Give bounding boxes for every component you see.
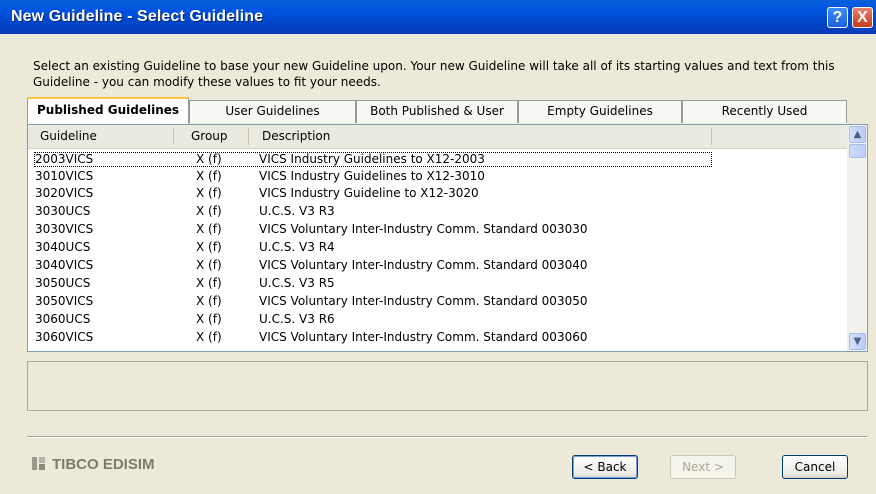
group-cell: X (f) [196,294,222,308]
column-header-group[interactable]: Group [191,129,228,143]
instructions-text: Select an existing Guideline to base you… [33,59,835,89]
help-icon: ? [832,9,843,26]
column-divider[interactable] [248,128,249,145]
table-row[interactable]: 3020VICS X (f) VICS Industry Guideline to … [28,185,847,202]
scroll-down-button[interactable]: ▼ [849,333,866,350]
description-cell: VICS Industry Guidelines to X12-2003 [259,152,485,166]
product-logo: TIBCO EDISIM [31,456,155,473]
guideline-cell: 3010VICS [35,169,94,183]
description-cell: VICS Voluntary Inter-Industry Comm. Stan… [259,222,588,236]
guideline-cell: 3030VICS [35,222,94,236]
close-button[interactable]: X [852,7,873,28]
table-row[interactable]: 3040VICS X (f) VICS Voluntary Inter-Indust… [28,257,847,274]
tab-user-guidelines[interactable]: User Guidelines [189,100,356,123]
close-icon: X [857,9,868,26]
description-cell: U.C.S. V3 R3 [259,204,335,218]
vertical-scrollbar[interactable]: ▲ ▼ [847,125,867,351]
table-row[interactable]: 2003VICS X (f) VICS Industry Guidelines to… [28,151,847,168]
table-row[interactable]: 3030VICS X (f) VICS Voluntary Inter-Indust… [28,221,847,238]
scroll-thumb[interactable] [849,144,866,158]
cancel-button[interactable]: Cancel [782,455,848,479]
help-button[interactable]: ? [827,7,848,28]
guideline-cell: 3030UCS [35,204,91,218]
column-divider[interactable] [173,128,174,145]
group-cell: X (f) [196,276,222,290]
back-button[interactable]: < Back [572,455,638,479]
guideline-cell: 3020VICS [35,186,94,200]
scroll-up-button[interactable]: ▲ [849,126,866,143]
next-button[interactable]: Next > [670,455,736,479]
list-header: Guideline Group Description [28,125,847,149]
description-cell: VICS Voluntary Inter-Industry Comm. Stan… [259,294,588,308]
table-row[interactable]: 3060VICS X (f) VICS Voluntary Inter-Indust… [28,329,847,346]
group-cell: X (f) [196,330,222,344]
group-cell: X (f) [196,152,222,166]
chevron-down-icon: ▼ [853,336,862,347]
group-cell: X (f) [196,258,222,272]
guideline-cell: 2003VICS [35,152,94,166]
description-panel [27,361,868,411]
group-cell: X (f) [196,240,222,254]
tab-empty-guidelines[interactable]: Empty Guidelines [518,100,682,123]
guideline-cell: 3040VICS [35,258,94,272]
guideline-cell: 3050UCS [35,276,91,290]
guideline-cell: 3040UCS [35,240,91,254]
table-row[interactable]: 3030UCS X (f) U.C.S. V3 R3 [28,203,847,220]
description-cell: VICS Voluntary Inter-Industry Comm. Stan… [259,258,588,272]
tab-both-published-user[interactable]: Both Published & User [356,100,518,123]
window-title: New Guideline - Select Guideline [11,8,264,25]
table-row[interactable]: 3010VICS X (f) VICS Industry Guidelines to… [28,168,847,185]
group-cell: X (f) [196,186,222,200]
guideline-cell: 3050VICS [35,294,94,308]
tab-recently-used[interactable]: Recently Used [682,100,847,123]
table-row[interactable]: 3040UCS X (f) U.C.S. V3 R4 [28,239,847,256]
description-cell: U.C.S. V3 R6 [259,312,335,326]
group-cell: X (f) [196,222,222,236]
tibco-logo-icon [32,457,45,470]
column-header-description[interactable]: Description [262,129,330,143]
guideline-cell: 3060VICS [35,330,94,344]
chevron-up-icon: ▲ [853,129,862,140]
guideline-cell: 3060UCS [35,312,91,326]
footer-divider [27,436,868,438]
group-cell: X (f) [196,204,222,218]
description-cell: VICS Voluntary Inter-Industry Comm. Stan… [259,330,588,344]
table-row[interactable]: 3050VICS X (f) VICS Voluntary Inter-Indust… [28,293,847,310]
column-header-guideline[interactable]: Guideline [40,129,97,143]
table-row[interactable]: 3050UCS X (f) U.C.S. V3 R5 [28,275,847,292]
guideline-tabs: Published Guidelines User Guidelines Bot… [27,97,847,124]
column-divider[interactable] [711,128,712,145]
tab-published-guidelines[interactable]: Published Guidelines [27,97,189,124]
group-cell: X (f) [196,312,222,326]
table-row[interactable]: 3060UCS X (f) U.C.S. V3 R6 [28,311,847,328]
guideline-list[interactable]: Guideline Group Description 2003VICS X (f… [27,124,868,352]
description-cell: VICS Industry Guidelines to X12-3010 [259,169,485,183]
group-cell: X (f) [196,169,222,183]
description-cell: U.C.S. V3 R5 [259,276,335,290]
description-cell: VICS Industry Guideline to X12-3020 [259,186,479,200]
title-bar: New Guideline - Select Guideline ? X [0,0,876,34]
logo-text: TIBCO EDISIM [52,456,155,473]
description-cell: U.C.S. V3 R4 [259,240,335,254]
